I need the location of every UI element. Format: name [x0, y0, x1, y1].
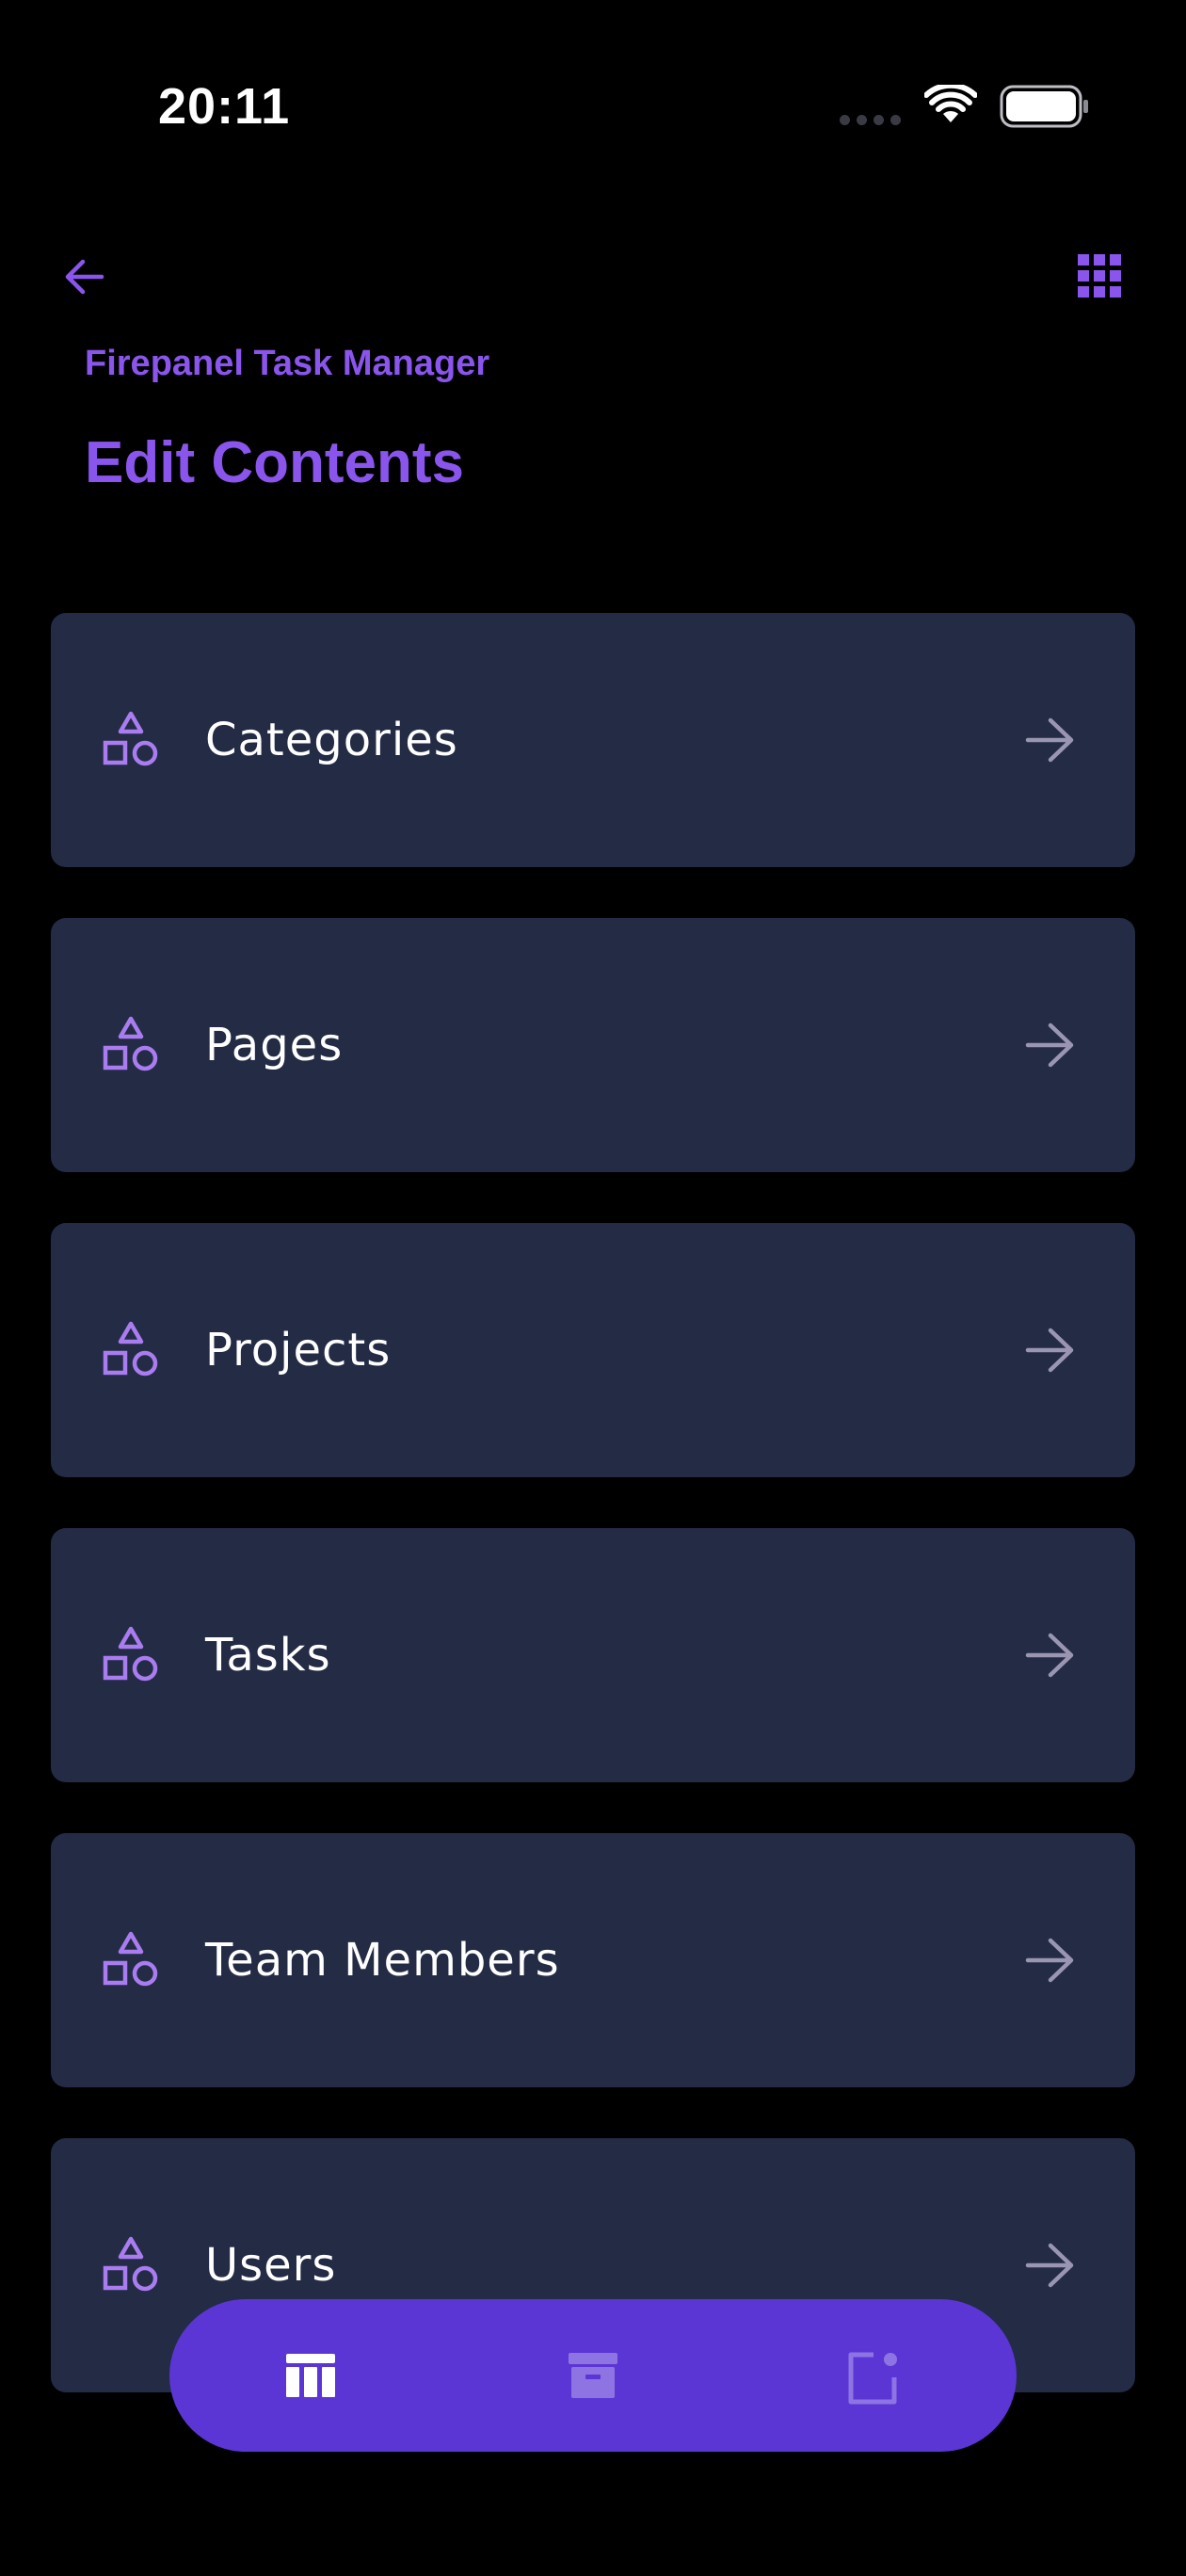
arrow-right-icon	[1025, 2243, 1074, 2288]
nav-archive-button[interactable]	[550, 2332, 636, 2419]
nav-notification-button[interactable]	[826, 2332, 913, 2419]
list-item-label: Pages	[205, 1019, 344, 1071]
list-item-pages[interactable]: Pages	[51, 918, 1135, 1172]
shapes-icon	[103, 2236, 158, 2292]
arrow-right-icon	[1025, 1938, 1074, 1983]
list-item-label: Team Members	[205, 1934, 560, 1987]
status-bar: 20:11	[0, 0, 1186, 188]
list-item-label: Categories	[205, 714, 458, 766]
list-item-categories[interactable]: Categories	[51, 613, 1135, 867]
wifi-icon	[924, 85, 977, 122]
list-item-team-members[interactable]: Team Members	[51, 1833, 1135, 2087]
shapes-icon	[103, 1321, 158, 1377]
shapes-icon	[103, 1931, 158, 1987]
list-item-tasks[interactable]: Tasks	[51, 1528, 1135, 1782]
battery-icon	[1000, 85, 1088, 128]
notification-square-icon	[848, 2352, 897, 2405]
list-item-label: Tasks	[205, 1629, 331, 1682]
arrow-right-icon	[1025, 1328, 1074, 1373]
page-title: Edit Contents	[85, 430, 464, 495]
status-time: 20:11	[158, 78, 291, 135]
table-icon	[286, 2354, 335, 2397]
signal-dots-icon	[840, 115, 906, 126]
list-item-projects[interactable]: Projects	[51, 1223, 1135, 1477]
bottom-nav	[169, 2299, 1017, 2452]
shapes-icon	[103, 711, 158, 766]
arrow-right-icon	[1025, 1633, 1074, 1678]
nav-table-button[interactable]	[267, 2332, 354, 2419]
list-item-label: Projects	[205, 1324, 392, 1377]
archive-icon	[569, 2353, 617, 2398]
arrow-right-icon	[1025, 1022, 1074, 1068]
arrow-left-icon[interactable]	[56, 249, 113, 305]
shapes-icon	[103, 1016, 158, 1071]
app-name: Firepanel Task Manager	[85, 344, 490, 383]
grid-icon[interactable]	[1078, 254, 1121, 298]
arrow-right-icon	[1025, 717, 1074, 763]
shapes-icon	[103, 1626, 158, 1682]
